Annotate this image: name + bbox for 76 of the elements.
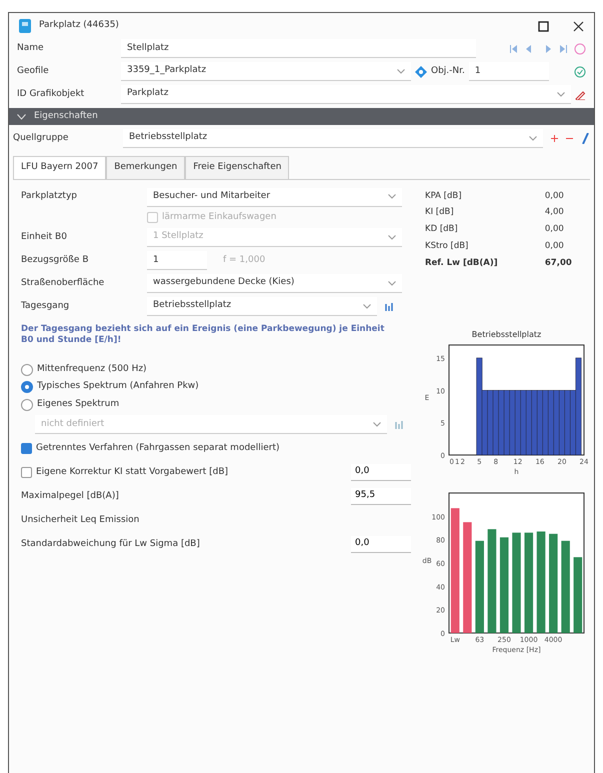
result-label: KStro [dB]: [424, 240, 470, 253]
dropdown[interactable]: wassergebundene Decke (Kies): [147, 274, 402, 293]
field-label: Name: [17, 42, 45, 55]
diamond-icon[interactable]: [415, 66, 427, 78]
check-icon[interactable]: [574, 66, 586, 78]
dropdown[interactable]: Besucher- und Mitarbeiter: [147, 188, 402, 206]
name-field[interactable]: Stellplatz: [121, 39, 476, 58]
tab[interactable]: Freie Eigenschaften: [185, 156, 290, 178]
close-button[interactable]: [573, 20, 584, 32]
radio-label: Eigenes Spektrum: [37, 398, 120, 411]
result-label: Ref. Lw [dB(A)]: [424, 256, 499, 270]
field-label: Tagesgang: [21, 300, 70, 313]
chevron-icon[interactable]: [17, 114, 26, 120]
help-icon[interactable]: [574, 42, 586, 54]
field-label: Unsicherheit Leq Emission: [21, 514, 140, 527]
caret-icon: [397, 68, 405, 74]
field-label: Parkplatztyp: [21, 190, 78, 204]
caret-icon: [388, 194, 396, 199]
result-label: KPA [dB]: [424, 190, 463, 202]
radio-button[interactable]: [21, 364, 33, 376]
source-group-dropdown[interactable]: Betriebsstellplatz: [123, 129, 543, 148]
value-field[interactable]: 0,0: [351, 536, 411, 553]
field-label: Standardabweichung für Lw Sigma [dB]: [21, 538, 200, 551]
minus-icon[interactable]: [566, 135, 573, 142]
app-icon: [19, 19, 31, 33]
number-field[interactable]: 1: [147, 251, 207, 270]
window-title: Parkplatz (44635): [39, 19, 119, 32]
radio-button[interactable]: [21, 381, 33, 394]
geofile-dropdown[interactable]: 3359_1_Parkplatz: [121, 62, 411, 81]
caret-icon: [363, 304, 371, 308]
tab[interactable]: LFU Bayern 2007: [13, 156, 106, 178]
caret-icon: [388, 234, 396, 240]
checkbox-label: lärmarme Einkaufswagen: [162, 210, 276, 224]
radio-label: Typisches Spektrum (Anfahren Pkw): [37, 380, 199, 394]
dropdown[interactable]: Betriebsstellplatz: [147, 297, 377, 316]
field-label: Einheit B0: [21, 230, 68, 244]
checkbox-label: Eigene Korrektur KI statt Vorgabewert [dB]: [36, 466, 228, 479]
result-value: 0,00: [544, 190, 565, 202]
tab[interactable]: Bemerkungen: [106, 156, 186, 178]
result-value: 67,00: [544, 256, 573, 270]
chart-icon[interactable]: [395, 420, 404, 429]
result-value: 0,00: [544, 223, 565, 236]
field-label: Bezugsgröße B: [21, 254, 90, 267]
result-label: KI [dB]: [424, 206, 455, 220]
checkbox-label: Getrenntes Verfahren (Fahrgassen separat modelliert): [36, 442, 280, 455]
pencil-icon[interactable]: [575, 89, 586, 100]
radio-button[interactable]: [21, 398, 33, 411]
graphic-object-dropdown[interactable]: Parkplatz: [121, 85, 572, 104]
plus-icon[interactable]: [551, 135, 558, 142]
caret-icon: [557, 92, 566, 96]
chart-title: Betriebsstellplatz: [470, 329, 542, 342]
field-label: Maximalpegel [dB(A)]: [21, 490, 119, 503]
field-label: ID Grafikobjekt: [17, 88, 86, 101]
caret-icon: [373, 422, 381, 427]
field-label: Quellgruppe: [13, 132, 70, 145]
result-value: 0,00: [544, 240, 565, 253]
value-field[interactable]: 0,0: [351, 464, 411, 481]
info-text: Der Tagesgang bezieht sich auf ein Ereignis (eine Parkbewegung) je Einheit B0 und Stunde [E/h]!: [21, 324, 386, 347]
result-label: KD [dB]: [424, 223, 459, 236]
value-field[interactable]: 95,5: [351, 488, 411, 505]
checkbox[interactable]: [21, 466, 32, 478]
field-label: Straßenoberfläche: [21, 276, 106, 290]
object-number-field[interactable]: 1: [468, 62, 549, 81]
section-title: Eigenschaften: [34, 110, 98, 123]
radio-label: Mittenfrequenz (500 Hz): [37, 362, 147, 376]
field-label: Geofile: [17, 64, 50, 78]
caret-icon: [388, 280, 396, 286]
maximize-button[interactable]: [538, 20, 549, 32]
chart-icon[interactable]: [385, 302, 394, 310]
factor-text: f = 1,000: [223, 254, 266, 267]
pencil-icon[interactable]: [581, 133, 590, 144]
caret-icon: [529, 136, 537, 140]
field-label: Obj.-Nr.: [431, 64, 465, 78]
navigation-icons[interactable]: [508, 44, 570, 52]
result-value: 4,00: [544, 206, 565, 220]
checkbox[interactable]: [21, 442, 32, 454]
